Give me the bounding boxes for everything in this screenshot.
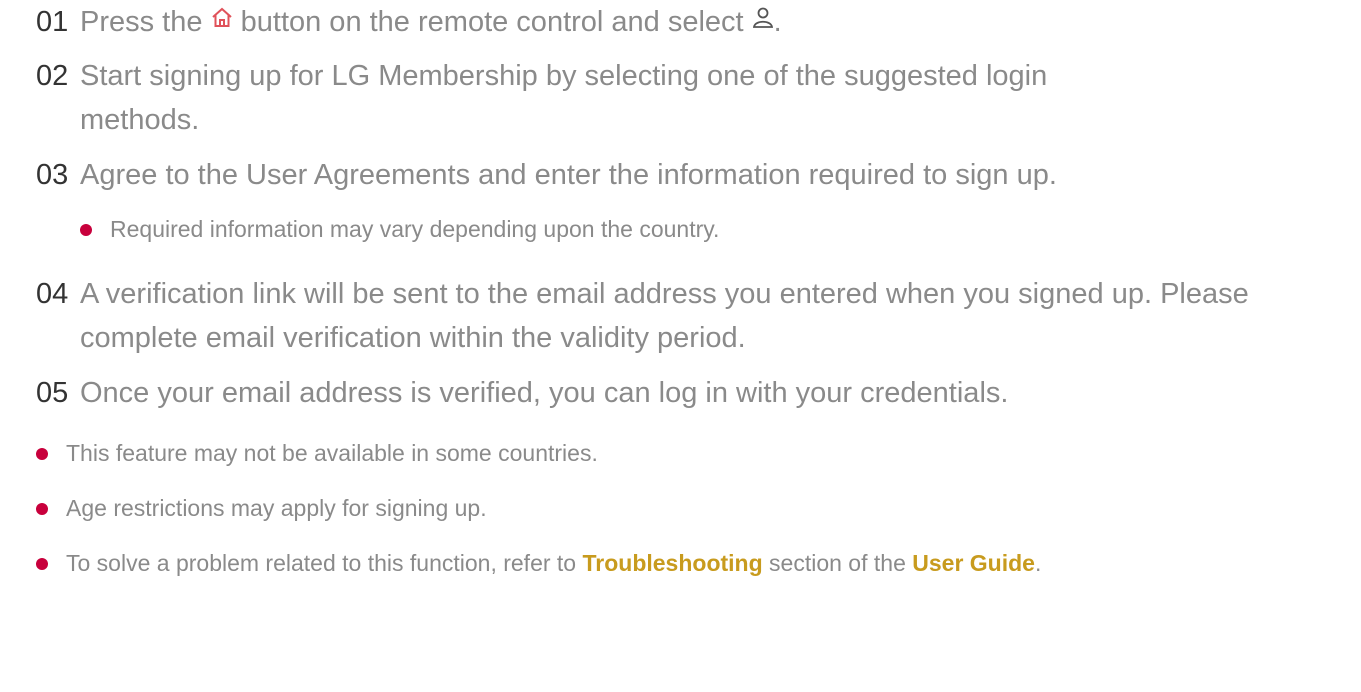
note-text: Age restrictions may apply for signing u… [66,495,487,521]
note-text: To solve a problem related to this funct… [66,547,1326,579]
step-05: 05 Once your email address is verified, … [36,371,1356,415]
step-text: Agree to the User Agreements and enter t… [80,159,1057,191]
step-text: Start signing up for LG Membership by se… [80,60,1048,136]
bullet-icon [36,558,48,570]
note-item: To solve a problem related to this funct… [36,547,1356,579]
step-text-part: Press the [80,6,203,38]
note-text-part: section of the [769,550,906,576]
note-item: This feature may not be available in som… [36,437,1356,469]
note-text-part: To solve a problem related to this funct… [66,550,577,576]
bullet-icon [36,503,48,515]
note-text: Required information may vary depending … [110,216,720,242]
step-03: 03 Agree to the User Agreements and ente… [36,153,1356,197]
note-text: This feature may not be available in som… [66,440,598,466]
home-icon [211,0,233,41]
troubleshooting-link[interactable]: Troubleshooting [583,550,763,576]
step-text-part: button on the remote control and select [240,6,744,38]
step-number: 01 [36,6,69,38]
step-03-note: Required information may vary depending … [80,213,1361,245]
bullet-icon [36,448,48,460]
note-text-part: . [1034,550,1042,576]
step-number: 02 [36,60,69,92]
step-01: 01 Press the button on the remote contro… [36,0,1356,45]
step-number: 05 [36,377,69,409]
step-text: A verification link will be sent to the … [80,278,1249,354]
step-number: 03 [36,159,69,191]
step-02: 02 Start signing up for LG Membership by… [36,54,1356,142]
user-guide-link[interactable]: User Guide [912,550,1035,576]
bullet-icon [80,224,92,236]
step-text-part: . [773,6,782,38]
user-icon [752,0,774,41]
step-04: 04 A verification link will be sent to t… [36,272,1356,360]
step-number: 04 [36,278,69,310]
note-item: Age restrictions may apply for signing u… [36,492,1356,524]
step-text: Once your email address is verified, you… [80,377,1009,409]
step-text: Press the button on the remote control a… [80,0,1356,45]
